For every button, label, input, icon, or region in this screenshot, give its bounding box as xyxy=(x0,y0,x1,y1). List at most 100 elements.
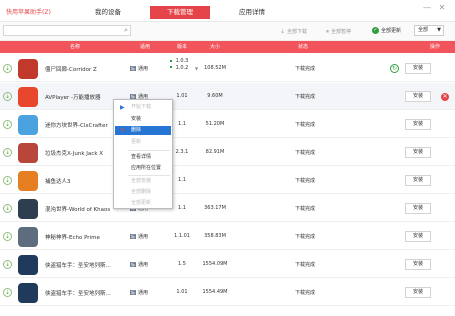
filter-select[interactable]: 全部 ▼ xyxy=(414,25,444,36)
menu-item-label: 全部安装 xyxy=(131,178,152,184)
download-icon: ⇣ xyxy=(280,28,286,35)
all-update-button[interactable]: ✓ 全部更新 xyxy=(372,27,401,36)
search-icon[interactable]: ⌕ xyxy=(124,26,128,35)
status-text: 下载完成 xyxy=(295,206,316,212)
table-row[interactable]: ⇣ 迷你方块世界-ClxCrafter 标 通用 1.1 51.20M 下载完成… xyxy=(0,111,455,138)
compat-text: 通用 xyxy=(138,290,149,296)
header-compat[interactable]: 适用 xyxy=(135,41,155,53)
menu-item-label: 安装 xyxy=(131,116,142,122)
row-select-icon[interactable]: ⇣ xyxy=(3,176,12,185)
size-text: 363.17M xyxy=(204,205,226,211)
table-row[interactable]: ⇣ 垃圾杰克X-Junk Jack X 标 通用 2.3.1 82.91M 下载… xyxy=(0,139,455,166)
table-row[interactable]: ⇣ AVPlayer -万能播放器 标 通用 1.01 9.60M 下载完成 安… xyxy=(0,83,455,110)
header-version[interactable]: 版本 xyxy=(172,41,192,53)
menu-item-view-details[interactable]: 查看详情 xyxy=(115,153,171,162)
all-download-button[interactable]: ⇣ 全部下载 xyxy=(280,27,307,37)
install-button[interactable]: 安装 xyxy=(405,63,431,74)
app-icon xyxy=(18,171,38,191)
row-select-icon[interactable]: ⇣ xyxy=(3,260,12,269)
table-row[interactable]: ⇣ 捕鱼达人3 标 通用 1.1 下载完成 安装 xyxy=(0,167,455,194)
status-text: 下载完成 xyxy=(295,94,316,100)
app-name: 侠盗猎车手：圣安地列斯... xyxy=(45,263,111,269)
header-status[interactable]: 状态 xyxy=(288,41,318,53)
app-name: AVPlayer -万能播放器 xyxy=(45,95,101,101)
compat-text: 通用 xyxy=(138,262,149,268)
close-icon[interactable]: ✕ xyxy=(437,3,447,13)
row-select-icon[interactable]: ⇣ xyxy=(3,288,12,297)
delete-icon[interactable]: ✕ xyxy=(441,93,449,101)
menu-divider xyxy=(128,175,170,176)
menu-item-start-download[interactable]: ▶ 开始下载 xyxy=(115,103,171,112)
install-button[interactable]: 安装 xyxy=(405,91,431,102)
table-row[interactable]: ⇣ 侠盗猎车手：圣安地列斯... 标 通用 1.5 1554.09M 下载完成 … xyxy=(0,251,455,278)
size-text: 82.91M xyxy=(205,149,225,155)
menu-item-install[interactable]: 安装 xyxy=(115,115,171,124)
tag-badge: 标 xyxy=(130,262,136,267)
menu-item-update[interactable]: 更新 xyxy=(115,138,171,147)
app-icon xyxy=(18,115,38,135)
tag-badge: 标 xyxy=(130,234,136,239)
install-button[interactable]: 安装 xyxy=(405,259,431,270)
title-bar: 快用苹果助手(Z) 我的设备 下载管理 应用详情 — ✕ xyxy=(0,0,455,22)
tab-my-device[interactable]: 我的设备 xyxy=(78,6,138,19)
version-current: 1.0.2 xyxy=(175,65,189,71)
pause-icon: ⏸ xyxy=(326,28,330,35)
status-text: 下载完成 xyxy=(295,178,316,184)
row-select-icon[interactable]: ⇣ xyxy=(3,120,12,129)
install-button[interactable]: 安装 xyxy=(405,175,431,186)
table-header: 名称 适用 版本 大小 状态 操作 xyxy=(0,41,455,53)
search-input[interactable] xyxy=(4,26,116,35)
row-select-icon[interactable]: ⇣ xyxy=(3,232,12,241)
menu-item-delete-all[interactable]: 全部删除 xyxy=(115,188,171,197)
tab-download-manager[interactable]: 下载管理 xyxy=(150,6,210,19)
header-action[interactable]: 操作 xyxy=(425,41,445,53)
status-text: 下载完成 xyxy=(295,290,316,296)
all-pause-button[interactable]: ⏸ 全部暂停 xyxy=(326,27,351,37)
table-row[interactable]: ⇣ 僵尸回廊-Corridor Z 标 通用 1.0.3 1.0.2 ▼ 108… xyxy=(0,55,455,82)
context-menu: ▶ 开始下载 安装 ✕ 删除 更新 查看详情 应用所在位置 全部安装 全部删除 … xyxy=(113,99,173,209)
status-text: 下载完成 xyxy=(295,262,316,268)
menu-item-label: 查看详情 xyxy=(131,154,152,160)
install-button[interactable]: 安装 xyxy=(405,287,431,298)
menu-item-label: 开始下载 xyxy=(131,104,152,110)
status-text: 下载完成 xyxy=(295,122,316,128)
all-download-label: 全部下载 xyxy=(287,29,308,35)
install-button[interactable]: 安装 xyxy=(405,203,431,214)
row-select-icon[interactable]: ⇣ xyxy=(3,204,12,213)
size-text: 1554.09M xyxy=(202,261,228,267)
version-new: 1.0.3 xyxy=(175,58,189,64)
install-button[interactable]: 安装 xyxy=(405,119,431,130)
app-icon xyxy=(18,255,38,275)
menu-item-open-location[interactable]: 应用所在位置 xyxy=(115,164,171,173)
install-button[interactable]: 安装 xyxy=(405,147,431,158)
update-icon[interactable]: ↻ xyxy=(390,64,399,73)
minimize-icon[interactable]: — xyxy=(422,3,432,13)
app-icon xyxy=(18,143,38,163)
app-icon xyxy=(18,283,38,303)
version-text: 1.1.01 xyxy=(174,233,190,239)
app-icon xyxy=(18,59,38,79)
toolbar: ⌕ ⇣ 全部下载 ⏸ 全部暂停 ✓ 全部更新 全部 ▼ xyxy=(0,22,455,41)
app-name: 迷你方块世界-ClxCrafter xyxy=(45,123,108,129)
header-size[interactable]: 大小 xyxy=(205,41,225,53)
row-select-icon[interactable]: ⇣ xyxy=(3,92,12,101)
app-name: 垃圾杰克X-Junk Jack X xyxy=(45,151,104,157)
menu-item-delete[interactable]: ✕ 删除 xyxy=(115,126,171,135)
chevron-down-icon[interactable]: ▼ xyxy=(195,66,198,71)
install-button[interactable]: 安装 xyxy=(405,231,431,242)
table-row[interactable]: ⇣ 侠盗猎车手：圣安地列斯... 标 通用 1.01 1554.49M 下载完成… xyxy=(0,279,455,306)
check-icon: ✓ xyxy=(372,27,379,34)
menu-item-label: 全部更新 xyxy=(131,200,152,206)
menu-item-install-all[interactable]: 全部安装 xyxy=(115,177,171,186)
all-pause-label: 全部暂停 xyxy=(331,29,352,35)
row-select-icon[interactable]: ⇣ xyxy=(3,148,12,157)
table-row[interactable]: ⇣ 神秘神界-Echo Prime 标 通用 1.1.01 358.83M 下载… xyxy=(0,223,455,250)
compat-text: 通用 xyxy=(138,234,149,240)
row-select-icon[interactable]: ⇣ xyxy=(3,64,12,73)
menu-item-update-all[interactable]: 全部更新 xyxy=(115,199,171,208)
table-row[interactable]: ⇣ 混沌世界-World of Khaos 标 通用 1.1 363.17M 下… xyxy=(0,195,455,222)
chevron-down-icon: ▼ xyxy=(437,27,441,33)
header-name[interactable]: 名称 xyxy=(60,41,90,53)
tab-app-details[interactable]: 应用详情 xyxy=(222,6,282,19)
size-text: 108.52M xyxy=(204,65,226,71)
